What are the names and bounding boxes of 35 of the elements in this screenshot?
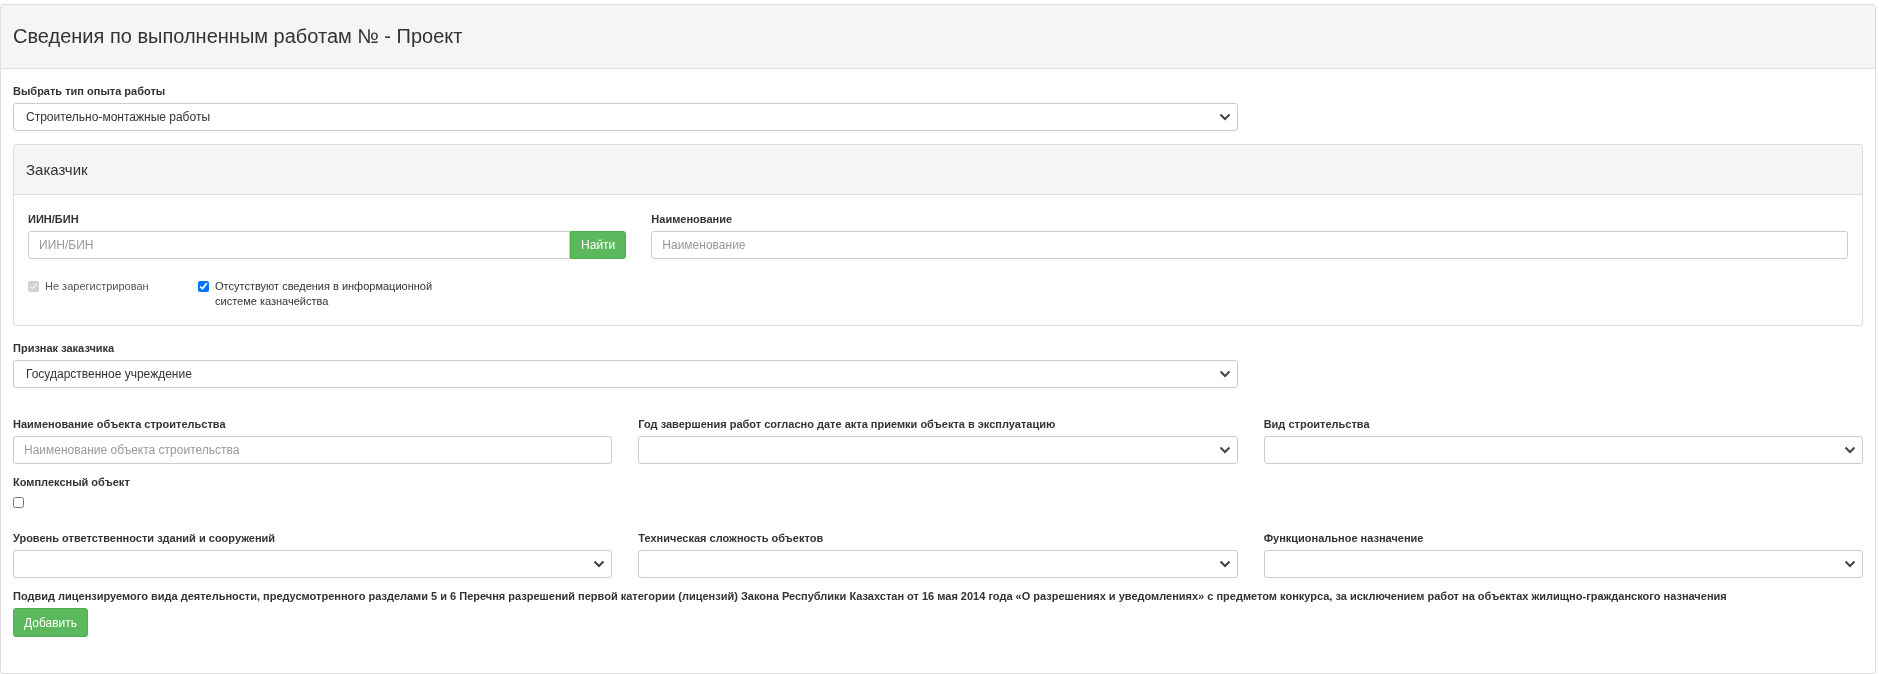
field-label: Наименование — [651, 213, 734, 225]
checkbox[interactable] — [198, 281, 209, 292]
checkbox-label: Не зарегистрирован — [45, 279, 149, 294]
chevron-down-icon — [1844, 560, 1856, 568]
select-field[interactable] — [638, 436, 1238, 464]
select-field[interactable] — [638, 550, 1238, 578]
page-title: Сведения по выполненным работам № - Проект — [13, 25, 463, 48]
chevron-down-icon — [1218, 370, 1231, 378]
field-label: Наименование объекта строительства — [13, 418, 227, 430]
field-label: Подвид лицензируемого вида деятельности, предусмотренного разделами 5 и 6 Перечня разрешений первой категории (лицензий) Закона Республики Казахстан от 16 мая 2014 года «О разрешениях и уведомлениях» с предметом конкурса, за исключением работ на объектах жилищно-гражданского назначения — [13, 590, 1728, 602]
chevron-down-icon — [1844, 446, 1856, 454]
field-label: ИИН/БИН — [28, 213, 80, 225]
field-label: Выбрать тип опыта работы — [13, 85, 167, 97]
field-label: Функциональное назначение — [1263, 532, 1425, 544]
field-label: Уровень ответственности зданий и сооружений — [13, 532, 277, 544]
field-label: Год завершения работ согласно дате акта приемки объекта в эксплуатацию — [638, 418, 1057, 430]
text-field[interactable]: ИИН/БИН — [28, 231, 571, 259]
select-field[interactable] — [13, 550, 613, 578]
chevron-down-icon — [1218, 560, 1231, 568]
section-title: Заказчик — [26, 161, 88, 178]
text-field[interactable]: Наименование — [651, 231, 1848, 259]
checkbox-label: Отсутствуют сведения в информационной системе казначейства — [215, 279, 434, 309]
field-label: Техническая сложность объектов — [638, 532, 825, 544]
field-label: Комплексный объект — [13, 476, 131, 488]
field-label: Вид строительства — [1263, 418, 1371, 430]
checkbox[interactable] — [13, 497, 24, 508]
chevron-down-icon — [1218, 446, 1231, 454]
chevron-down-icon — [1218, 113, 1231, 121]
select-field[interactable] — [1263, 436, 1863, 464]
select-field[interactable]: Государственное учреждение — [13, 360, 1238, 388]
select-field[interactable]: Строительно-монтажные работы — [13, 103, 1238, 131]
chevron-down-icon — [593, 560, 606, 568]
text-field[interactable]: Наименование объекта строительства — [13, 436, 613, 464]
field-label: Признак заказчика — [13, 342, 116, 354]
select-field[interactable] — [1263, 550, 1863, 578]
